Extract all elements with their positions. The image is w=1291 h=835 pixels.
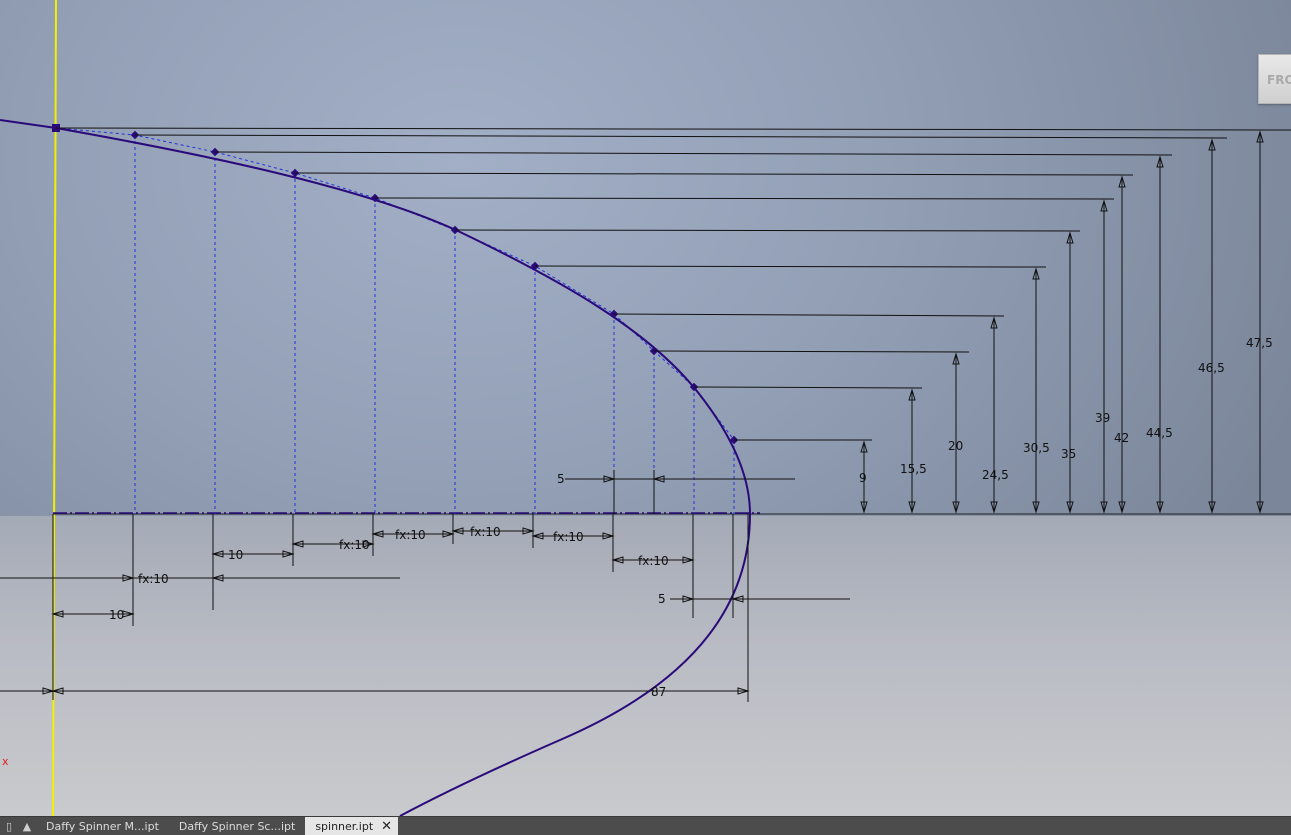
- document-tab[interactable]: Daffy Spinner M...ipt: [36, 817, 169, 835]
- dimension-value[interactable]: 5: [658, 592, 666, 606]
- close-icon[interactable]: ✕: [381, 819, 392, 834]
- extension-line: [653, 350, 970, 353]
- dimension-value[interactable]: 87: [651, 685, 666, 699]
- extension-line: [214, 151, 1173, 156]
- extension-line: [534, 265, 1047, 268]
- dimension-value[interactable]: 5: [557, 472, 565, 486]
- dimension-value[interactable]: 20: [948, 439, 963, 453]
- dimension-value[interactable]: 47,5: [1246, 336, 1273, 350]
- dimension-value[interactable]: 39: [1095, 411, 1110, 425]
- extension-line: [294, 172, 1134, 176]
- dimension-value[interactable]: 15,5: [900, 462, 927, 476]
- document-tab-active[interactable]: spinner.ipt ✕: [305, 817, 399, 835]
- dimension-value[interactable]: 35: [1061, 447, 1076, 461]
- control-points[interactable]: [52, 124, 739, 445]
- extension-line: [55, 127, 1291, 131]
- tab-label: spinner.ipt: [315, 819, 374, 833]
- dimension-value[interactable]: 42: [1114, 431, 1129, 445]
- tab-label: Daffy Spinner Sc...ipt: [178, 819, 296, 833]
- viewcube-front-face[interactable]: FRO: [1258, 54, 1291, 104]
- x-axis-indicator: x: [2, 755, 9, 768]
- construction-lines: [134, 135, 735, 514]
- dimension-value[interactable]: fx:10: [395, 528, 426, 542]
- dimension-value[interactable]: 46,5: [1198, 361, 1225, 375]
- dimension-value[interactable]: 24,5: [982, 468, 1009, 482]
- horizontal-dimensions[interactable]: [0, 470, 850, 702]
- dimension-value[interactable]: 44,5: [1146, 426, 1173, 440]
- triangle-up-icon[interactable]: ▲: [18, 817, 36, 835]
- tile-windows-icon[interactable]: ▯: [0, 817, 18, 835]
- document-tab[interactable]: Daffy Spinner Sc...ipt: [169, 817, 305, 835]
- dimension-value[interactable]: 9: [859, 471, 867, 485]
- extension-line: [454, 229, 1081, 232]
- sketch-canvas[interactable]: 9 15,5 20 24,5 30,5 35 39 42 44,5 46,5 4…: [0, 0, 1291, 816]
- graphics-window[interactable]: 9 15,5 20 24,5 30,5 35 39 42 44,5 46,5 4…: [0, 0, 1291, 816]
- document-tab-bar: ▯ ▲ Daffy Spinner M...ipt Daffy Spinner …: [0, 816, 1291, 835]
- dimension-value[interactable]: fx:10: [339, 538, 370, 552]
- dimension-value[interactable]: fx:10: [138, 572, 169, 586]
- extension-line: [374, 197, 1115, 200]
- dimension-value[interactable]: fx:10: [470, 525, 501, 539]
- tab-label: Daffy Spinner M...ipt: [46, 819, 159, 833]
- dimension-value[interactable]: fx:10: [553, 530, 584, 544]
- control-polyline: [55, 127, 735, 441]
- dimension-value[interactable]: 10: [109, 608, 124, 622]
- extension-line: [134, 134, 1228, 139]
- vertical-dimensions[interactable]: [55, 127, 1291, 514]
- extension-line: [613, 313, 1005, 317]
- dimension-value[interactable]: 10: [228, 548, 243, 562]
- extension-line: [693, 386, 923, 389]
- dimension-value[interactable]: 30,5: [1023, 441, 1050, 455]
- dimension-value[interactable]: fx:10: [638, 554, 669, 568]
